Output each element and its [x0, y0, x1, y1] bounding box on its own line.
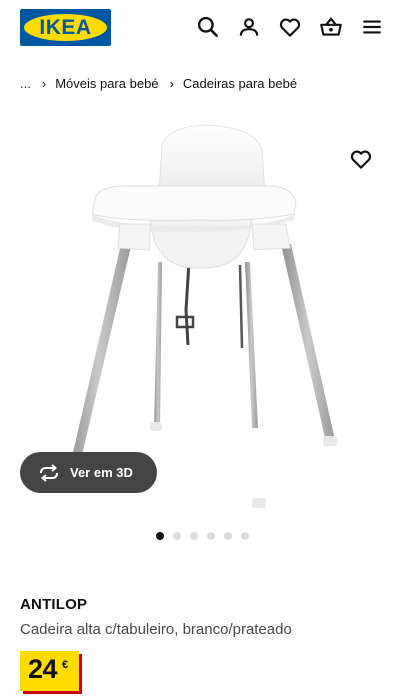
site-header: IKEA [0, 0, 402, 58]
rotate-3d-icon [40, 463, 58, 482]
menu-icon[interactable] [359, 14, 385, 40]
product-page: IKEA ... › Móveis para bebé › Cadeiras p [0, 0, 402, 700]
heart-icon[interactable] [277, 14, 303, 40]
price-tag: 24 € [20, 651, 79, 691]
breadcrumb-ellipsis[interactable]: ... [20, 76, 31, 91]
basket-icon[interactable] [318, 14, 344, 40]
carousel-dot[interactable] [241, 532, 249, 540]
price-integer: 24 [28, 654, 58, 684]
logo-text: IKEA [39, 16, 92, 39]
breadcrumb-separator: › [41, 75, 47, 91]
product-name: ANTILOP [20, 596, 88, 613]
price-currency: € [62, 659, 69, 671]
user-icon[interactable] [236, 14, 262, 40]
view-in-3d-button[interactable]: Ver em 3D [20, 452, 157, 493]
ikea-logo[interactable]: IKEA [20, 9, 111, 46]
carousel-dot[interactable] [190, 532, 198, 540]
breadcrumb-separator: › [169, 75, 174, 91]
breadcrumb-item-moveis-bebe[interactable]: Móveis para bebé [55, 76, 158, 91]
carousel-dot[interactable] [156, 532, 164, 540]
view-in-3d-label: Ver em 3D [70, 465, 133, 480]
carousel-dot[interactable] [207, 532, 215, 540]
product-description: Cadeira alta c/tabuleiro, branco/pratead… [20, 621, 292, 638]
carousel-indicator [156, 532, 249, 540]
carousel-dot[interactable] [224, 532, 232, 540]
carousel-dot[interactable] [173, 532, 181, 540]
breadcrumb-item-cadeiras-bebe[interactable]: Cadeiras para bebé [183, 76, 297, 91]
add-to-favourites-icon[interactable] [348, 146, 374, 172]
search-icon[interactable] [195, 14, 221, 40]
breadcrumb: ... › Móveis para bebé › Cadeiras para b… [20, 74, 297, 92]
